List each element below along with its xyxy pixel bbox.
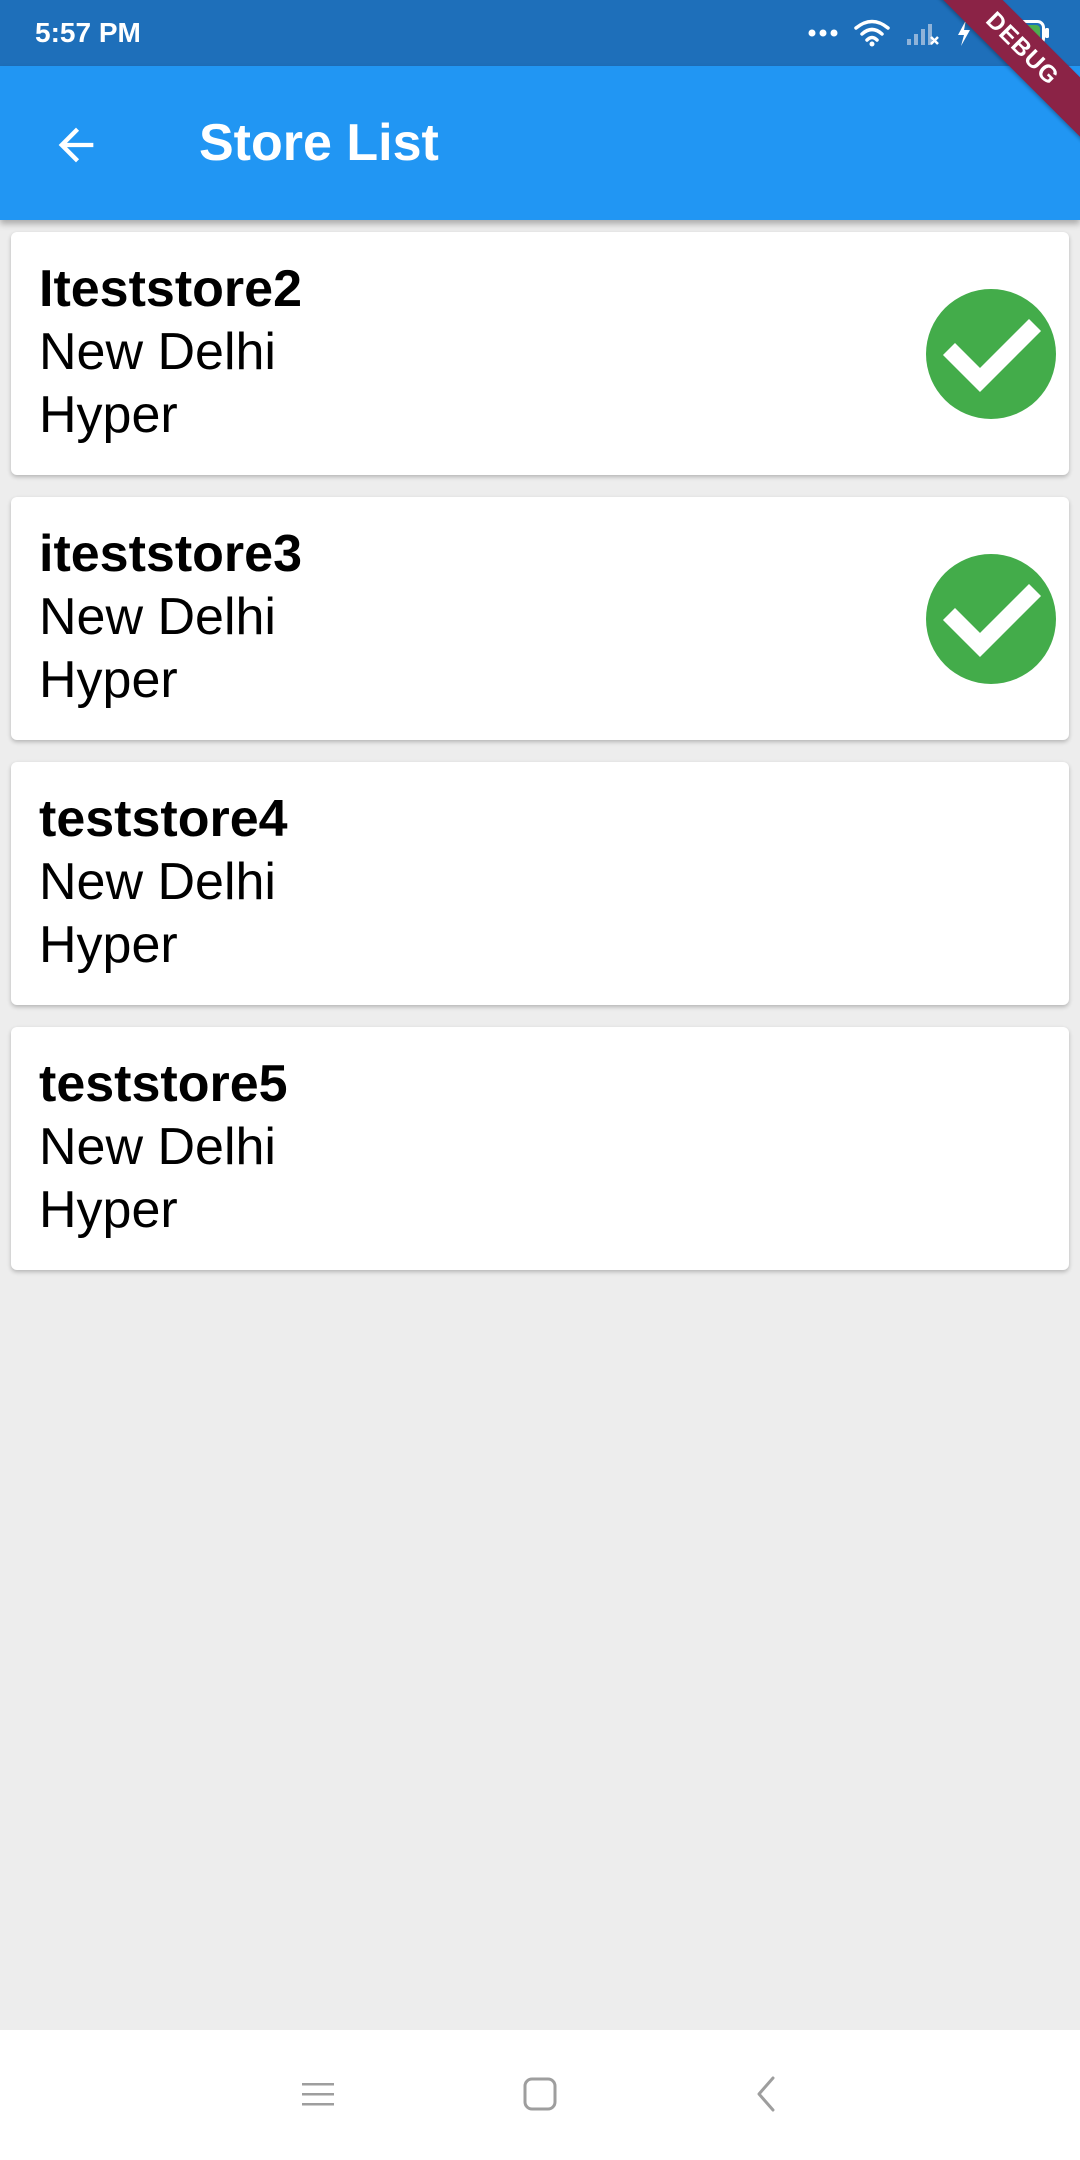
app-bar: Store List (0, 66, 1080, 220)
status-bar: 5:57 PM (0, 0, 1080, 66)
store-city: New Delhi (39, 1118, 276, 1176)
store-city: New Delhi (39, 323, 276, 381)
back-button[interactable] (38, 109, 114, 185)
system-back-button[interactable] (736, 2066, 796, 2126)
menu-icon (300, 2079, 336, 2114)
store-type: Hyper (39, 1181, 178, 1239)
store-name: teststore4 (39, 790, 288, 848)
home-square-icon (522, 2076, 558, 2117)
check-circle-icon (926, 289, 1056, 419)
more-dots-icon (808, 28, 838, 38)
back-chevron-icon (751, 2074, 781, 2119)
home-button[interactable] (510, 2066, 570, 2126)
store-info: teststore5 New Delhi Hyper (39, 1053, 288, 1242)
wifi-icon (854, 19, 890, 47)
store-list: Iteststore2 New Delhi Hyper iteststore3 … (11, 232, 1069, 1270)
store-name: Iteststore2 (39, 260, 302, 318)
store-type: Hyper (39, 916, 178, 974)
store-card[interactable]: teststore4 New Delhi Hyper (11, 762, 1069, 1005)
status-time: 5:57 PM (35, 17, 141, 48)
check-circle-icon (926, 554, 1056, 684)
store-city: New Delhi (39, 853, 276, 911)
recent-apps-button[interactable] (288, 2066, 348, 2126)
signal-icon (906, 20, 940, 46)
store-type: Hyper (39, 386, 178, 444)
store-card[interactable]: Iteststore2 New Delhi Hyper (11, 232, 1069, 475)
system-nav-bar (0, 2030, 1080, 2160)
store-info: iteststore3 New Delhi Hyper (39, 523, 302, 712)
arrow-back-icon (50, 119, 102, 176)
store-type: Hyper (39, 651, 178, 709)
store-name: teststore5 (39, 1055, 288, 1113)
store-info: teststore4 New Delhi Hyper (39, 788, 288, 977)
page-title: Store List (199, 114, 439, 172)
store-info: Iteststore2 New Delhi Hyper (39, 258, 302, 447)
store-card[interactable]: iteststore3 New Delhi Hyper (11, 497, 1069, 740)
store-city: New Delhi (39, 588, 276, 646)
store-name: iteststore3 (39, 525, 302, 583)
store-card[interactable]: teststore5 New Delhi Hyper (11, 1027, 1069, 1270)
